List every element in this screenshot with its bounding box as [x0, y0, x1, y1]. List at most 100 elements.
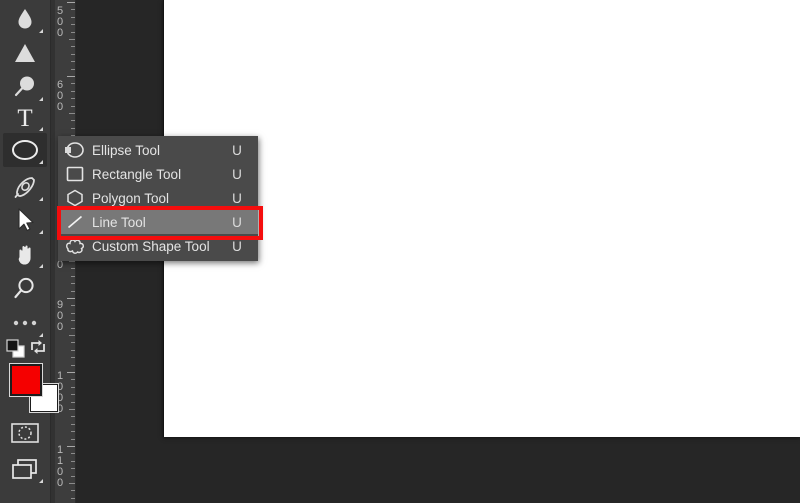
flyout-corner-icon — [39, 29, 43, 33]
tool-type-tool[interactable]: T — [3, 100, 47, 134]
ruler-tick — [71, 416, 75, 417]
ruler-tick — [71, 268, 75, 269]
tool-hand-tool[interactable] — [3, 237, 47, 271]
ruler-tick — [67, 2, 75, 3]
ruler-tick — [67, 76, 75, 77]
screen-mode-button[interactable] — [3, 452, 47, 486]
ruler-label: 0 — [57, 260, 71, 271]
ruler-tick — [71, 498, 75, 499]
flyout-item-line-tool[interactable]: Line Tool U — [58, 210, 258, 234]
ruler-tick — [71, 490, 75, 491]
tools-panel[interactable]: T — [0, 0, 58, 503]
tool-blur-tool[interactable] — [3, 2, 47, 36]
ruler-tick — [71, 120, 75, 121]
ruler-tick — [71, 32, 75, 33]
ruler-tick — [71, 439, 75, 440]
ruler-label-digit: 0 — [57, 259, 64, 271]
quick-mask-icon — [10, 421, 40, 445]
swap-arrows-icon — [29, 340, 47, 360]
ruler-tick — [71, 305, 75, 306]
flyout-item-polygon-tool[interactable]: Polygon Tool U — [58, 186, 258, 210]
pen-nib-icon — [12, 174, 38, 200]
flyout-corner-icon — [39, 264, 43, 268]
ruler-tick — [71, 54, 75, 55]
ruler-tick — [71, 328, 75, 329]
current-tool-marker-icon — [65, 147, 71, 153]
ruler-tick — [71, 402, 75, 403]
ruler-label: 1100 — [57, 445, 71, 489]
ruler-tick — [71, 91, 75, 92]
flyout-corner-icon — [39, 479, 43, 483]
flyout-corner-icon — [39, 333, 43, 337]
document-canvas[interactable] — [163, 0, 800, 437]
polygon-icon — [58, 189, 92, 207]
droplet-icon — [14, 7, 36, 31]
flyout-item-rectangle-tool[interactable]: Rectangle Tool U — [58, 162, 258, 186]
tool-zoom-tool[interactable] — [3, 272, 47, 306]
quick-mask-mode-button[interactable] — [3, 416, 47, 450]
ruler-tick — [71, 313, 75, 314]
flyout-corner-icon — [39, 160, 43, 164]
ruler-tick — [71, 276, 75, 277]
ruler-tick — [71, 357, 75, 358]
flyout-item-label: Polygon Tool — [92, 190, 170, 206]
ruler-label-digit: 0 — [57, 101, 64, 113]
rectangle-icon — [58, 165, 92, 183]
ruler-tick — [71, 342, 75, 343]
ruler-tick — [71, 394, 75, 395]
flyout-item-custom-shape-tool[interactable]: Custom Shape Tool U — [58, 234, 258, 258]
ruler-tick — [71, 476, 75, 477]
foreground-color-swatch[interactable] — [10, 364, 42, 396]
ruler-label-digit: 0 — [57, 403, 64, 415]
ruler-label: 900 — [57, 300, 71, 333]
tool-sponge-tool[interactable] — [3, 70, 47, 104]
flyout-item-ellipse-tool[interactable]: Ellipse Tool U — [58, 138, 258, 162]
line-icon — [58, 213, 92, 231]
ruler-tick — [71, 320, 75, 321]
flyout-item-label: Custom Shape Tool — [92, 238, 210, 254]
magnifier-outline-icon — [12, 276, 38, 302]
tool-edit-toolbar[interactable] — [3, 306, 47, 340]
ruler-tick — [71, 387, 75, 388]
flyout-item-shortcut: U — [232, 166, 242, 182]
ruler-tick — [71, 431, 75, 432]
ruler-tick — [71, 9, 75, 10]
ruler-tick — [67, 298, 75, 299]
default-colors-button[interactable] — [6, 339, 26, 359]
ruler-tick — [71, 24, 75, 25]
ruler-tick — [69, 335, 75, 336]
ruler-tick — [71, 17, 75, 18]
ruler-label-digit: 0 — [57, 27, 64, 39]
ellipse-icon — [58, 141, 92, 159]
arrow-cursor-icon — [15, 207, 35, 233]
tool-ellipse-tool[interactable] — [3, 133, 47, 167]
flyout-item-label: Ellipse Tool — [92, 142, 161, 158]
tool-path-selection-tool[interactable] — [3, 203, 47, 237]
tool-pen-tool[interactable] — [3, 170, 47, 204]
magnifier-solid-icon — [12, 74, 38, 100]
flyout-corner-icon — [39, 230, 43, 234]
ruler-tick — [69, 113, 75, 114]
photoshop-window: 500600090010001100 T Ellipse Tool U Rect… — [0, 0, 800, 503]
tool-dodge-tool[interactable] — [3, 36, 47, 70]
ruler-label: 1000 — [57, 371, 71, 415]
ruler-tick — [71, 468, 75, 469]
ruler-tick — [71, 128, 75, 129]
custom-shape-icon — [58, 237, 92, 255]
ruler-tick — [69, 39, 75, 40]
ruler-tick — [71, 106, 75, 107]
swap-colors-button[interactable] — [29, 338, 47, 356]
shape-tool-flyout[interactable]: Ellipse Tool U Rectangle Tool U Polygon Tool… — [58, 136, 258, 261]
flyout-item-shortcut: U — [232, 238, 242, 254]
ellipse-icon — [10, 138, 40, 162]
ruler-tick — [71, 83, 75, 84]
flyout-item-label: Rectangle Tool — [92, 166, 182, 182]
default-colors-icon — [6, 339, 26, 363]
ruler-tick — [71, 424, 75, 425]
ruler-tick — [71, 98, 75, 99]
ruler-tick — [71, 453, 75, 454]
svg-text:T: T — [17, 105, 32, 130]
color-swatches[interactable] — [8, 362, 58, 412]
ruler-tick — [71, 283, 75, 284]
screen-mode-icon — [10, 457, 40, 481]
